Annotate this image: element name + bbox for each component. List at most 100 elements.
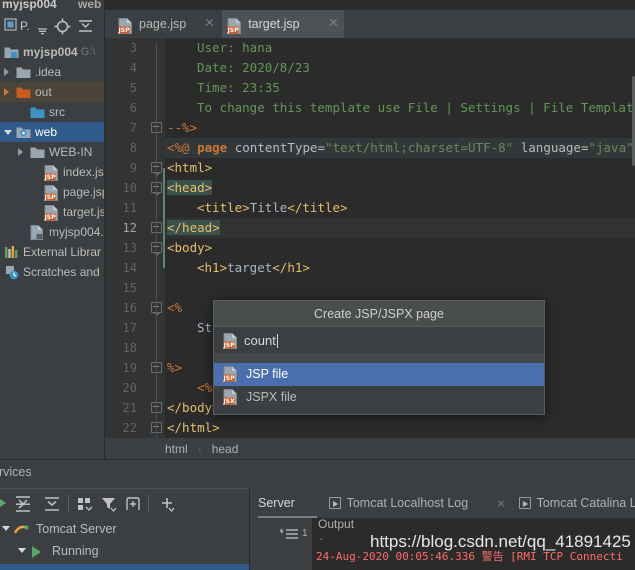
- add-frame-icon[interactable]: [124, 495, 142, 516]
- tree-item-label: web: [35, 125, 58, 139]
- line-number: 9: [129, 161, 137, 175]
- code-line[interactable]: </html>: [167, 418, 220, 438]
- tree-item-myjsp004-i[interactable]: myjsp004.i: [0, 222, 105, 242]
- filter-icon[interactable]: [100, 495, 118, 516]
- disclosure-triangle-icon[interactable]: [4, 88, 9, 96]
- code-line[interactable]: <title>Title</title>: [167, 198, 348, 218]
- disclosure-triangle-icon[interactable]: [18, 148, 23, 156]
- run-green-icon[interactable]: [0, 495, 8, 514]
- code-line[interactable]: </body>: [167, 398, 220, 418]
- tree-item--idea[interactable]: .idea: [0, 62, 105, 82]
- vertical-splitter[interactable]: [104, 0, 105, 460]
- tree-item-web[interactable]: web: [0, 122, 105, 142]
- add-icon[interactable]: [158, 495, 176, 516]
- line-number: 6: [129, 101, 137, 115]
- services-tree-item-tomcat-server[interactable]: Tomcat Server: [0, 518, 250, 540]
- disclosure-triangle-icon[interactable]: [4, 68, 9, 76]
- create-jsp-popup[interactable]: Create JSP/JSPX page JSP count JSP JSP fi…: [213, 300, 545, 415]
- code-line[interactable]: <head>: [167, 178, 213, 198]
- filename-input-value[interactable]: count: [244, 327, 278, 355]
- run-panel-tabs: Server Tomcat Localhost Log Tomcat Catalin…: [250, 488, 635, 518]
- code-line[interactable]: User: hana: [167, 38, 272, 58]
- popup-option-jsp-file[interactable]: JSP JSP file: [214, 363, 544, 386]
- disclosure-triangle-icon[interactable]: [4, 130, 12, 135]
- code-line[interactable]: </head>: [167, 218, 220, 238]
- line-number: 18: [122, 341, 137, 355]
- services-tool-window-label[interactable]: ervices: [0, 460, 250, 488]
- line-number: 13: [122, 241, 137, 255]
- code-line[interactable]: <h1>target</h1>: [167, 258, 310, 278]
- line-number: 7: [129, 121, 137, 135]
- fold-region-line: [156, 42, 157, 438]
- services-item-label: Running: [52, 544, 99, 558]
- chevron-down-icon[interactable]: [38, 24, 47, 38]
- line-number: 8: [129, 141, 137, 155]
- popup-title: Create JSP/JSPX page: [214, 301, 544, 327]
- services-selection-bar: [0, 564, 250, 570]
- code-line[interactable]: --%>: [167, 118, 197, 138]
- code-line[interactable]: To change this template use File | Setti…: [167, 98, 635, 118]
- code-line[interactable]: Time: 23:35: [167, 78, 280, 98]
- editor-tab-label: target.jsp: [248, 17, 300, 31]
- line-number: 19: [122, 361, 137, 375]
- line-number: 15: [122, 281, 137, 295]
- code-line[interactable]: Date: 2020/8/23: [167, 58, 310, 78]
- tree-item-label: Scratches and: [23, 265, 100, 279]
- code-line[interactable]: Str: [167, 318, 220, 338]
- project-selector-label[interactable]: P.: [20, 19, 30, 33]
- popup-option-jspx-file[interactable]: JSX JSPX file: [214, 386, 544, 409]
- editor-gutter[interactable]: 34567891011121314151617181920212223: [105, 38, 165, 438]
- close-icon[interactable]: [329, 18, 338, 27]
- disclosure-triangle-icon[interactable]: [2, 526, 10, 531]
- line-number: 22: [122, 421, 137, 435]
- collapse-all-icon[interactable]: [43, 495, 61, 516]
- breadcrumb-html[interactable]: html: [165, 442, 188, 456]
- tree-item-myjsp004[interactable]: myjsp004 G:\: [0, 42, 105, 62]
- tree-item-external-librar[interactable]: External Librar: [0, 242, 105, 262]
- breadcrumb-separator-icon: ›: [198, 445, 202, 456]
- tree-item-page-jsp[interactable]: JSP page.jsp: [0, 182, 105, 202]
- expand-all-icon[interactable]: [14, 495, 32, 516]
- editor-tab-target-jsp[interactable]: JSP target.jsp: [222, 10, 345, 38]
- code-line[interactable]: <%@ page contentType="text/html;charset=…: [167, 138, 635, 158]
- close-icon[interactable]: [497, 499, 505, 507]
- collapse-all-icon[interactable]: [78, 18, 93, 37]
- code-line[interactable]: <%: [167, 298, 182, 318]
- project-icon[interactable]: [4, 18, 17, 34]
- filename-input-row[interactable]: JSP count: [214, 327, 544, 355]
- group-icon[interactable]: [76, 495, 94, 516]
- breadcrumb-project[interactable]: myjsp004: [2, 0, 57, 11]
- editor-tab-bar: JSP page.jsp JSP target.jsp: [105, 10, 635, 38]
- editor-tab-page-jsp[interactable]: JSP page.jsp: [113, 10, 220, 38]
- bottom-tab-server[interactable]: Server: [258, 488, 317, 518]
- code-line[interactable]: <html>: [167, 158, 212, 178]
- code-line[interactable]: <body>: [167, 238, 212, 258]
- tree-item-out[interactable]: out: [0, 82, 105, 102]
- tree-item-label: myjsp004: [23, 45, 78, 59]
- run-panel: Server Tomcat Localhost Log Tomcat Catalin…: [250, 488, 635, 570]
- editor-tab-label: page.jsp: [139, 17, 187, 31]
- tree-item-src[interactable]: src: [0, 102, 105, 122]
- services-tree[interactable]: Tomcat Server Running: [0, 518, 250, 570]
- bottom-tab-tomcat-catalina-log[interactable]: Tomcat Catalina Log: [518, 488, 635, 518]
- close-icon[interactable]: [205, 18, 214, 27]
- tree-item-web-in[interactable]: WEB-IN: [0, 142, 105, 162]
- sort-lines-icon[interactable]: [280, 528, 302, 543]
- breadcrumb-head[interactable]: head: [212, 442, 239, 456]
- tree-item-scratches-and[interactable]: Scratches and: [0, 262, 105, 282]
- code-line[interactable]: %>: [167, 358, 182, 378]
- breadcrumb[interactable]: html › head: [105, 438, 635, 460]
- popup-separator: [214, 355, 544, 363]
- project-toolbar: P.: [0, 14, 105, 42]
- tree-item-target-js[interactable]: JSP target.js: [0, 202, 105, 222]
- disclosure-triangle-icon[interactable]: [18, 548, 26, 553]
- breadcrumb-web-folder[interactable]: web: [78, 0, 101, 11]
- scratches-icon-icon: [4, 265, 19, 286]
- bottom-tab-label: Tomcat Localhost Log: [346, 496, 469, 510]
- svg-text:JSP: JSP: [118, 27, 130, 34]
- services-tree-item-running[interactable]: Running: [0, 540, 250, 562]
- tree-item-index-jsp[interactable]: JSP index.jsp: [0, 162, 105, 182]
- bottom-tab-tomcat-localhost-log[interactable]: Tomcat Localhost Log: [328, 488, 507, 518]
- project-tree[interactable]: myjsp004 G:\ .idea out src web WEB-IN JSP index.…: [0, 42, 105, 460]
- locate-target-icon[interactable]: [54, 18, 71, 38]
